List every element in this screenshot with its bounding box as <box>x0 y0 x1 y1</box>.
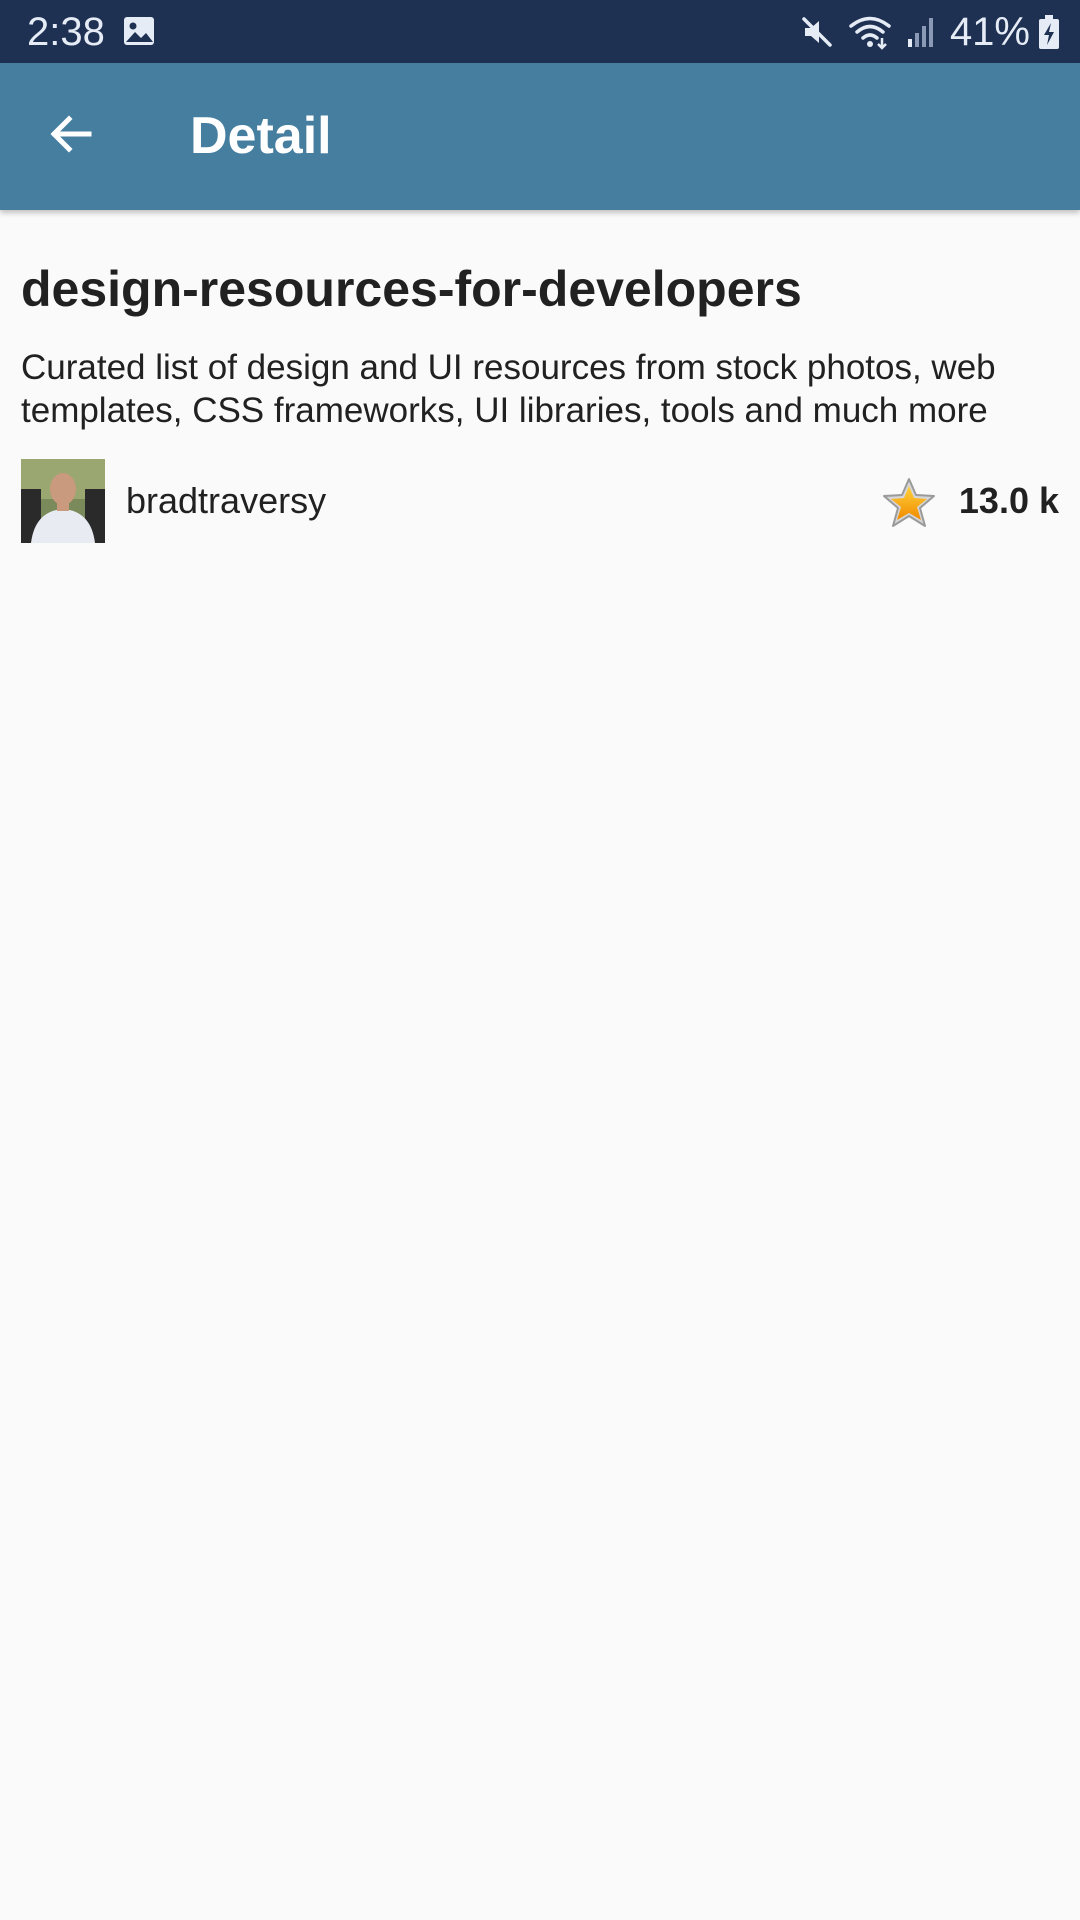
status-icons: 41% <box>800 8 1060 56</box>
back-button[interactable] <box>35 98 107 170</box>
gallery-icon <box>124 17 154 45</box>
owner-name[interactable]: bradtraversy <box>126 479 326 523</box>
star-icon <box>883 478 935 527</box>
repo-detail: design-resources-for-developers Curated … <box>21 258 1061 432</box>
wifi-icon <box>849 16 891 50</box>
signal-icon <box>907 18 933 47</box>
repo-description: Curated list of design and UI resources … <box>21 348 996 430</box>
battery-percent: 41% <box>949 10 1030 54</box>
arrow-back-icon <box>50 115 92 153</box>
owner-row: bradtraversy 13.0 k <box>21 459 1059 543</box>
status-bar: 2:38 41% <box>0 0 1080 63</box>
avatar[interactable] <box>21 459 105 543</box>
star-count: 13.0 k <box>958 480 1059 521</box>
avatar-image <box>21 459 105 543</box>
mute-icon <box>802 17 832 47</box>
repo-name: design-resources-for-developers <box>21 261 802 317</box>
app-bar: Detail <box>0 63 1080 210</box>
page-title: Detail <box>190 107 332 165</box>
status-time: 2:38 <box>27 10 105 54</box>
battery-charging-icon <box>1039 15 1059 49</box>
